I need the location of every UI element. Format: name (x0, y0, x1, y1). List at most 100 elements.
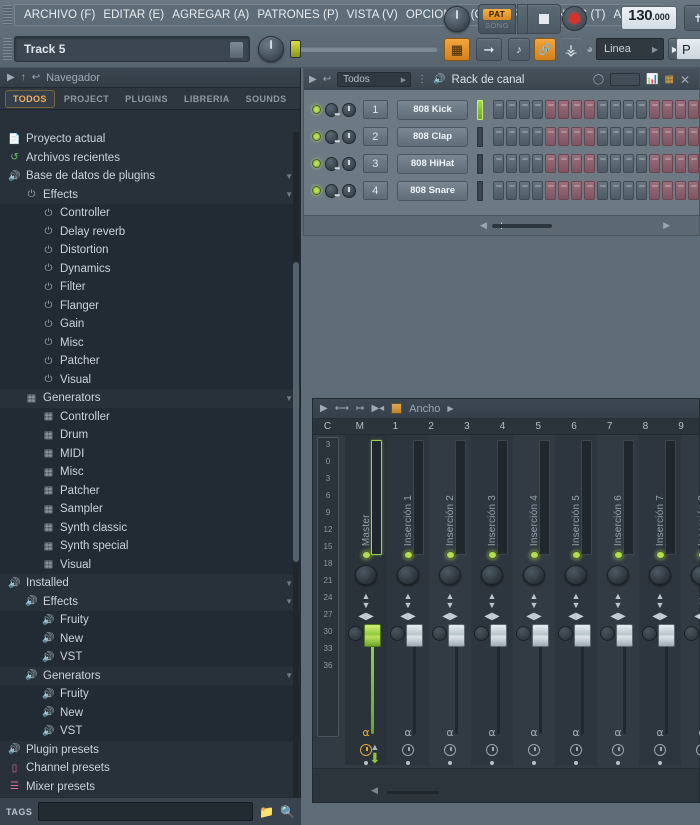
step-button[interactable] (649, 127, 660, 146)
toolbar-grip-hint[interactable] (3, 38, 12, 60)
step-button[interactable] (506, 181, 517, 200)
step-button[interactable] (610, 181, 621, 200)
tree-item-filter[interactable]: ⏻ Filter (0, 278, 301, 297)
channel-volume-knob[interactable] (342, 129, 356, 144)
record-button[interactable] (562, 6, 587, 31)
step-button[interactable] (519, 100, 530, 119)
tree-item-controller[interactable]: ▦ Controller (0, 407, 301, 426)
mixer-track-led[interactable] (445, 551, 455, 560)
tree-item-synth-classic[interactable]: ▦ Synth classic (0, 518, 301, 537)
stereo-separation-icon[interactable]: ▲▼ (656, 592, 665, 610)
channel-row[interactable]: 2 808 Clap (304, 123, 699, 150)
tree-item-synth-special[interactable]: ▦ Synth special (0, 537, 301, 556)
stereo-separation-icon[interactable]: ▲▼ (362, 592, 371, 610)
channel-volume-knob[interactable] (342, 102, 356, 117)
chevron-down-icon[interactable]: ▼ (285, 394, 293, 403)
channel-name-button[interactable]: 808 Snare (396, 180, 469, 201)
mixer-strip[interactable]: Inserción 3 ▲ ▼ ◀▶ ⍺ (471, 435, 513, 765)
pan-arrows-icon[interactable]: ◀▶ (442, 612, 457, 622)
step-button[interactable] (558, 100, 569, 119)
transport-jog-knob[interactable] (444, 6, 470, 32)
mixer-track-led[interactable] (655, 551, 665, 560)
step-button[interactable] (532, 181, 543, 200)
project-name-field[interactable]: P (676, 38, 700, 60)
mixer-fader-zone[interactable] (346, 624, 386, 735)
tree-item-misc[interactable]: ▦ Misc (0, 463, 301, 482)
chevron-right-icon[interactable]: ▶ (320, 403, 328, 414)
step-button[interactable] (532, 127, 543, 146)
step-button[interactable] (558, 154, 569, 173)
rack-knob-icon[interactable]: ◯ (593, 74, 604, 85)
mixer-pan-knob[interactable] (397, 565, 419, 586)
scrollbar-thumb[interactable] (492, 224, 552, 228)
tree-item-channel-presets[interactable]: ▯ Channel presets (0, 759, 301, 778)
step-button[interactable] (636, 127, 647, 146)
step-button[interactable] (662, 127, 673, 146)
route-icon[interactable]: ▶◂ (371, 403, 384, 414)
channel-enable-led[interactable] (312, 159, 321, 168)
channel-row[interactable]: 4 808 Snare (304, 177, 699, 204)
chevron-right-icon[interactable]: ▶ (7, 72, 15, 83)
mixer-fader-handle[interactable] (490, 624, 507, 648)
mixer-dot-indicator[interactable] (616, 761, 620, 765)
step-button[interactable] (493, 154, 504, 173)
channel-selector[interactable] (477, 180, 483, 201)
tree-item-plugin-presets[interactable]: 🔊 Plugin presets (0, 741, 301, 760)
mixer-fader-zone[interactable] (472, 624, 512, 735)
step-button[interactable] (571, 100, 582, 119)
step-button[interactable] (675, 100, 686, 119)
mixer-fader-zone[interactable] (682, 624, 700, 724)
mixer-pan-knob[interactable] (691, 565, 700, 586)
step-button[interactable] (610, 100, 621, 119)
mixer-pan-knob[interactable] (481, 565, 503, 586)
tree-item-vst[interactable]: 🔊 VST (0, 722, 301, 741)
mixer-pan-knob[interactable] (565, 565, 587, 586)
chevron-down-icon[interactable]: ▼ (285, 172, 293, 181)
scrollbar-thumb[interactable] (387, 791, 439, 794)
browser-tab-plugins[interactable]: PLUGINS (118, 91, 175, 107)
record-arm-icon[interactable]: ⍺ (530, 728, 537, 739)
mixer-fader-handle[interactable] (574, 624, 591, 648)
mixer-strip[interactable]: Inserción 1 ▲ ▼ ◀▶ ⍺ (387, 435, 429, 765)
chevron-right-icon[interactable]: ▶ (447, 404, 453, 413)
mixer-phase-icon[interactable] (486, 744, 498, 756)
step-button[interactable] (545, 127, 556, 146)
step-button[interactable] (662, 100, 673, 119)
metronome-button[interactable]: ✝ (684, 5, 700, 31)
channel-volume-knob[interactable] (342, 183, 356, 198)
mixer-eq-knob[interactable] (516, 626, 531, 642)
channel-number[interactable]: 4 (362, 181, 388, 200)
dots-icon[interactable]: ⋮ (417, 74, 427, 85)
step-button[interactable] (675, 154, 686, 173)
link-routing-icon[interactable]: ⟷ (335, 403, 349, 414)
mixer-eq-knob[interactable] (600, 626, 615, 642)
mixer-dot-indicator[interactable] (532, 761, 536, 765)
tree-item-distortion[interactable]: ⏻ Distortion (0, 241, 301, 260)
mixer-track-led[interactable] (613, 551, 623, 560)
mixer-pan-knob[interactable] (607, 565, 629, 586)
tree-item-drum[interactable]: ▦ Drum (0, 426, 301, 445)
mixer-eq-knob[interactable] (474, 626, 489, 642)
step-button[interactable] (675, 127, 686, 146)
chevron-down-icon[interactable]: ▼ (285, 190, 293, 199)
step-button[interactable] (584, 181, 595, 200)
step-button[interactable] (649, 181, 660, 200)
mixer-fader-handle[interactable] (532, 624, 549, 648)
mixer-dot-indicator[interactable] (364, 761, 368, 765)
mixer-phase-icon[interactable] (696, 744, 700, 756)
record-arm-icon[interactable]: ⍺ (446, 728, 453, 739)
mixer-dot-indicator[interactable] (658, 761, 662, 765)
tree-item-new[interactable]: 🔊 New (0, 629, 301, 648)
tree-item-visual[interactable]: ▦ Visual (0, 555, 301, 574)
menu-item-2[interactable]: AGREGAR (A) (168, 8, 253, 22)
step-button[interactable] (662, 181, 673, 200)
mixer-fader-handle[interactable] (448, 624, 465, 648)
channel-filter-dropdown[interactable]: Todos ▶ (337, 72, 412, 87)
tree-item-proyecto-actual[interactable]: 📄 Proyecto actual (0, 130, 301, 149)
step-button[interactable] (688, 100, 699, 119)
tree-item-delay-reverb[interactable]: ⏻ Delay reverb (0, 222, 301, 241)
browser-tab-project[interactable]: PROJECT (57, 91, 116, 107)
stereo-separation-icon[interactable]: ▲▼ (446, 592, 455, 610)
mixer-pan-knob[interactable] (355, 565, 377, 586)
step-button[interactable] (623, 154, 634, 173)
